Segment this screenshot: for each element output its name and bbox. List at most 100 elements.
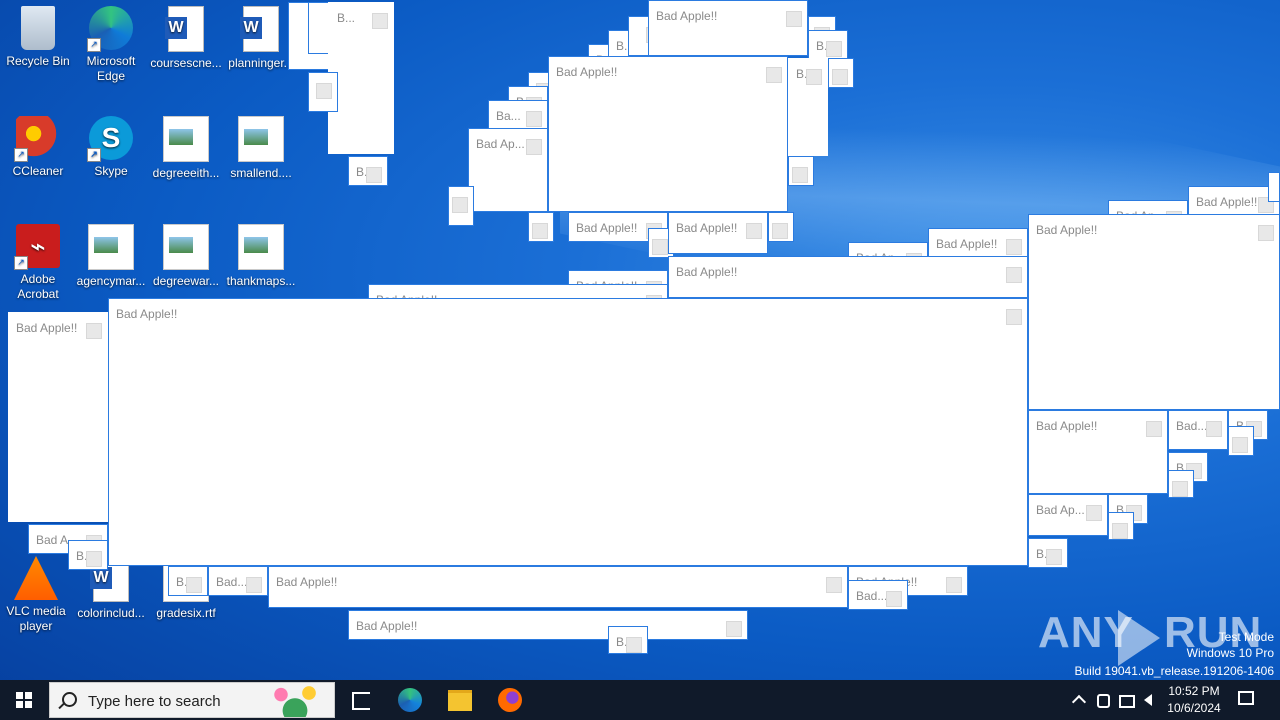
close-button[interactable] bbox=[1172, 481, 1188, 497]
window-title: Bad... bbox=[1176, 419, 1208, 433]
message-window[interactable] bbox=[448, 186, 474, 226]
message-window[interactable]: Bad Apple!! bbox=[548, 56, 788, 212]
close-button[interactable] bbox=[532, 223, 548, 239]
message-window[interactable]: Bad Apple!! bbox=[8, 312, 108, 522]
search-box[interactable] bbox=[49, 682, 335, 718]
notifications-icon[interactable] bbox=[1238, 691, 1254, 705]
message-window[interactable]: Bad Apple!! bbox=[668, 256, 1028, 298]
desktop-icon-label: coursescne... bbox=[150, 56, 222, 70]
close-button[interactable] bbox=[626, 637, 642, 653]
close-button[interactable] bbox=[372, 13, 388, 29]
close-button[interactable] bbox=[1232, 437, 1248, 453]
start-button[interactable] bbox=[0, 680, 48, 720]
edge-icon bbox=[398, 688, 422, 712]
message-window[interactable]: Bad Apple!! bbox=[1188, 186, 1280, 216]
message-window[interactable]: Bad... bbox=[208, 566, 268, 596]
taskbar-edge-button[interactable] bbox=[386, 680, 434, 720]
message-window-main[interactable]: Bad Apple!! bbox=[108, 298, 1028, 566]
close-button[interactable] bbox=[366, 167, 382, 183]
close-button[interactable] bbox=[832, 69, 848, 85]
close-button[interactable] bbox=[86, 323, 102, 339]
close-button[interactable] bbox=[526, 139, 542, 155]
close-button[interactable] bbox=[792, 167, 808, 183]
edge-icon: ↗ bbox=[87, 6, 133, 52]
close-button[interactable] bbox=[526, 111, 542, 127]
desktop-icon-vlc[interactable]: VLC media player bbox=[0, 556, 74, 634]
desktop-icon-degreewar[interactable]: degreewar... bbox=[148, 224, 224, 289]
message-window[interactable]: B. bbox=[1028, 538, 1068, 568]
message-window[interactable] bbox=[1228, 426, 1254, 456]
close-button[interactable] bbox=[1206, 421, 1222, 437]
close-button[interactable] bbox=[772, 223, 788, 239]
message-window[interactable]: Bad Apple!! bbox=[668, 212, 768, 254]
message-window[interactable]: B. bbox=[788, 58, 828, 156]
desktop-icon-agencymar[interactable]: agencymar... bbox=[73, 224, 149, 289]
close-button[interactable] bbox=[246, 577, 262, 593]
close-button[interactable] bbox=[316, 83, 332, 99]
message-window[interactable] bbox=[768, 212, 794, 242]
close-button[interactable] bbox=[1006, 239, 1022, 255]
message-window[interactable]: Bad... bbox=[848, 580, 908, 610]
desktop-icon-acrobat[interactable]: ⌁ ↗ Adobe Acrobat bbox=[0, 224, 76, 302]
close-button[interactable] bbox=[886, 591, 902, 607]
close-button[interactable] bbox=[806, 69, 822, 85]
close-button[interactable] bbox=[1046, 549, 1062, 565]
message-window[interactable]: B. bbox=[168, 566, 208, 596]
close-button[interactable] bbox=[1006, 309, 1022, 325]
message-window[interactable]: B. bbox=[68, 540, 108, 570]
message-window[interactable] bbox=[788, 156, 814, 186]
close-button[interactable] bbox=[1146, 421, 1162, 437]
network-icon[interactable] bbox=[1119, 695, 1135, 708]
message-window[interactable] bbox=[1268, 172, 1280, 202]
close-button[interactable] bbox=[826, 41, 842, 57]
task-view-button[interactable] bbox=[336, 680, 384, 720]
desktop-icon-skype[interactable]: S ↗ Skype bbox=[73, 116, 149, 179]
close-button[interactable] bbox=[1112, 523, 1128, 539]
desktop-icon-recycle-bin[interactable]: Recycle Bin bbox=[0, 6, 76, 69]
message-window[interactable] bbox=[308, 72, 338, 112]
message-window[interactable]: Bad Apple!! bbox=[1028, 214, 1280, 410]
message-window[interactable]: Bad Ap... bbox=[1028, 494, 1108, 536]
close-button[interactable] bbox=[1258, 225, 1274, 241]
message-window[interactable]: B. bbox=[348, 156, 388, 186]
message-window[interactable]: Bad... bbox=[1168, 410, 1228, 450]
message-window[interactable]: Bad Ap... bbox=[468, 128, 548, 212]
message-window[interactable]: B. bbox=[608, 626, 648, 654]
close-button[interactable] bbox=[1086, 505, 1102, 521]
message-window[interactable]: Bad Apple!! bbox=[1028, 410, 1168, 494]
close-button[interactable] bbox=[186, 577, 202, 593]
desktop-icon-thankmaps[interactable]: thankmaps... bbox=[223, 224, 299, 289]
close-button[interactable] bbox=[452, 197, 468, 213]
close-button[interactable] bbox=[946, 577, 962, 593]
close-button[interactable] bbox=[652, 239, 668, 255]
meet-now-icon[interactable] bbox=[1097, 694, 1110, 708]
message-window[interactable] bbox=[1108, 512, 1134, 540]
message-window[interactable]: Bad Apple!! bbox=[648, 0, 808, 56]
desktop-icon-degreeeith[interactable]: degreeeith... bbox=[148, 116, 224, 181]
show-hidden-icons-chevron-icon[interactable] bbox=[1071, 694, 1087, 710]
close-button[interactable] bbox=[826, 577, 842, 593]
message-window[interactable] bbox=[1168, 470, 1194, 498]
desktop-icon-edge[interactable]: ↗ Microsoft Edge bbox=[73, 6, 149, 84]
close-button[interactable] bbox=[86, 551, 102, 567]
taskbar-explorer-button[interactable] bbox=[436, 680, 484, 720]
close-button[interactable] bbox=[766, 67, 782, 83]
close-button[interactable] bbox=[746, 223, 762, 239]
desktop-icon-coursescne[interactable]: coursescne... bbox=[148, 6, 224, 71]
message-window[interactable] bbox=[528, 212, 554, 242]
message-window[interactable]: Bad Apple!! bbox=[348, 610, 748, 640]
close-button[interactable] bbox=[786, 11, 802, 27]
close-button[interactable] bbox=[726, 621, 742, 637]
window-title: Bad Apple!! bbox=[676, 221, 738, 235]
desktop-icon-smallend[interactable]: smallend.... bbox=[223, 116, 299, 181]
clock[interactable]: 10:52 PM 10/6/2024 bbox=[1160, 683, 1228, 717]
close-button[interactable] bbox=[1006, 267, 1022, 283]
desktop-icon-ccleaner[interactable]: ↗ CCleaner bbox=[0, 116, 76, 179]
message-window[interactable] bbox=[828, 58, 854, 88]
message-window[interactable]: Bad Apple!! bbox=[268, 566, 848, 608]
volume-icon[interactable] bbox=[1144, 694, 1152, 706]
taskbar: 10:52 PM 10/6/2024 bbox=[0, 680, 1280, 720]
play-logo-icon bbox=[1118, 610, 1160, 666]
search-input[interactable] bbox=[86, 689, 260, 713]
taskbar-firefox-button[interactable] bbox=[486, 680, 534, 720]
